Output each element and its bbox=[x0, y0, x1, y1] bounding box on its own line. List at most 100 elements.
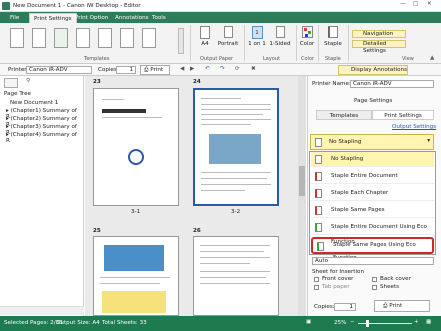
tab-print-settings[interactable]: Print Settings bbox=[372, 110, 434, 120]
page-view-icon[interactable]: ▦ bbox=[426, 319, 431, 325]
photo-image bbox=[209, 134, 261, 164]
template-icon-3[interactable] bbox=[54, 28, 68, 48]
collapse-ribbon-icon[interactable]: ▲ bbox=[430, 55, 434, 61]
auto-select[interactable]: Auto bbox=[312, 257, 434, 265]
table-image bbox=[102, 291, 166, 313]
dropdown-option-label: Staple Each Chapter bbox=[331, 190, 389, 196]
dropdown-option-staple-same-pages[interactable]: Staple Same Pages bbox=[311, 203, 434, 218]
staple-select[interactable]: No Stapling ▾ bbox=[310, 134, 434, 150]
sheets-checkbox[interactable] bbox=[372, 285, 377, 290]
tab-tools[interactable]: Tools bbox=[148, 13, 170, 23]
template-icon-6[interactable] bbox=[120, 28, 134, 48]
output-settings-link[interactable]: Output Settings bbox=[392, 124, 436, 130]
printer-icon: ⎙ bbox=[383, 303, 388, 309]
rotate-icon[interactable]: ⟳ bbox=[235, 66, 240, 72]
page-thumbnail[interactable] bbox=[93, 236, 179, 316]
page-thumbnail[interactable] bbox=[193, 88, 279, 206]
printer-name-label: Printer Name: bbox=[312, 81, 351, 87]
pages-per-sheet-button[interactable]: 1 1 on 1 bbox=[247, 26, 267, 54]
dropdown-option-no-stapling[interactable]: No Stapling bbox=[311, 152, 434, 167]
tab-file[interactable]: File bbox=[6, 13, 23, 23]
detailed-settings-toggle[interactable]: Detailed Settings bbox=[352, 40, 406, 54]
template-icon-7[interactable] bbox=[142, 28, 156, 48]
copies-input[interactable]: 1 bbox=[116, 66, 136, 74]
dropdown-option-label: Staple Entire Document bbox=[331, 173, 398, 179]
tree-root[interactable]: New Document 1 bbox=[10, 100, 58, 106]
page-caption: 3-2 bbox=[231, 209, 241, 215]
search-icon[interactable]: ⚲ bbox=[26, 78, 30, 84]
paper-size-label: A4 bbox=[201, 41, 209, 47]
undo-icon[interactable]: ↶ bbox=[205, 66, 210, 72]
delete-icon[interactable]: ✖ bbox=[251, 66, 256, 72]
tab-templates[interactable]: Templates bbox=[316, 110, 372, 120]
copies-label: Copies bbox=[98, 67, 117, 73]
print-button[interactable]: ⎙ Print bbox=[140, 65, 170, 75]
front-cover-checkbox[interactable] bbox=[314, 277, 319, 282]
doc-heading-bar bbox=[102, 109, 146, 113]
tab-paper-checkbox[interactable] bbox=[314, 285, 319, 290]
sided-label: 1-Sided bbox=[269, 41, 291, 47]
sided-icon bbox=[275, 26, 285, 38]
templates-scroll[interactable] bbox=[178, 28, 184, 54]
group-label-output-paper: Output Paper bbox=[200, 56, 234, 62]
color-button[interactable]: Color bbox=[299, 26, 315, 54]
template-icon-2[interactable] bbox=[32, 28, 46, 48]
zoom-level: 25% bbox=[334, 320, 347, 326]
left-pane-scrollbar[interactable] bbox=[0, 306, 84, 315]
page-thumbnail[interactable] bbox=[93, 88, 179, 206]
template-icon-1[interactable] bbox=[10, 28, 24, 48]
template-icon-5[interactable] bbox=[98, 28, 112, 48]
print-button-label: Print bbox=[150, 67, 164, 73]
staple-button[interactable]: Staple bbox=[322, 26, 344, 54]
printer-select[interactable]: Canon iR-ADV bbox=[26, 66, 92, 74]
ribbon-tabs: File Print Settings Print Option Annotat… bbox=[0, 12, 441, 23]
dropdown-option-label: Staple Same Pages bbox=[331, 207, 385, 213]
dropdown-option-staple-same-eco[interactable]: Staple Same Pages Using Eco Function bbox=[311, 237, 434, 261]
document-logo bbox=[128, 149, 144, 165]
page-tree-tab-icon[interactable] bbox=[4, 78, 18, 88]
group-label-color: Color bbox=[301, 56, 315, 62]
dropdown-option-staple-each-chapter[interactable]: Staple Each Chapter bbox=[311, 186, 434, 201]
page-number: 24 bbox=[193, 79, 201, 85]
display-annotations-toggle[interactable]: Display Annotations bbox=[338, 65, 408, 75]
navigation-toggle[interactable]: Navigation bbox=[352, 30, 406, 38]
print-button-label: Print bbox=[389, 303, 403, 309]
canvas-scrollbar[interactable] bbox=[298, 76, 306, 316]
dropdown-option-staple-entire-eco[interactable]: Staple Entire Document Using Eco Functio… bbox=[311, 220, 434, 245]
printer-icon: ⎙ bbox=[144, 67, 149, 73]
close-icon[interactable]: ✕ bbox=[427, 1, 432, 7]
color-icon bbox=[301, 26, 313, 38]
zoom-slider-thumb[interactable] bbox=[366, 320, 369, 327]
tab-print-settings[interactable]: Print Settings bbox=[29, 13, 77, 23]
next-page-icon[interactable]: ▶ bbox=[190, 66, 194, 72]
printer-name-select[interactable]: Canon iR-ADV bbox=[350, 80, 434, 88]
tree-item-label: (Chapter4) Summary of R bbox=[6, 132, 77, 144]
paper-size-button[interactable]: A4 bbox=[196, 26, 214, 54]
template-icon-4[interactable] bbox=[76, 28, 90, 48]
tab-annotations[interactable]: Annotations bbox=[111, 13, 153, 23]
redo-icon[interactable]: ↷ bbox=[220, 66, 225, 72]
selected-pages-status: Selected Pages: 2/33 bbox=[4, 320, 63, 326]
back-cover-checkbox[interactable] bbox=[372, 277, 377, 282]
staple-dropdown-list: No Stapling Staple Entire Document Stapl… bbox=[309, 151, 436, 261]
tree-item-chapter4[interactable]: ▸ (Chapter4) Summary of R bbox=[6, 132, 82, 144]
fit-view-icon[interactable]: ▣ bbox=[306, 319, 311, 325]
dropdown-option-staple-entire-document[interactable]: Staple Entire Document bbox=[311, 169, 434, 184]
dropdown-option-label: No Stapling bbox=[331, 156, 364, 162]
detailed-settings-label: Detailed Settings bbox=[363, 41, 387, 54]
print-toolbar: Printer Canon iR-ADV Copies 1 ⎙ Print ◀ … bbox=[0, 64, 441, 76]
pages-per-sheet-icon: 1 bbox=[251, 26, 263, 39]
tab-print-option[interactable]: Print Option bbox=[71, 13, 112, 23]
zoom-in-icon[interactable]: + bbox=[414, 319, 419, 325]
maximize-icon[interactable]: □ bbox=[413, 1, 418, 7]
minimize-icon[interactable]: — bbox=[400, 1, 406, 7]
print-button-large[interactable]: ⎙ Print bbox=[374, 300, 430, 312]
page-thumbnail[interactable] bbox=[193, 236, 279, 316]
ribbon-separator bbox=[348, 25, 349, 61]
sided-button[interactable]: 1-Sided bbox=[268, 26, 292, 54]
scroll-thumb[interactable] bbox=[299, 166, 305, 196]
zoom-out-icon[interactable]: − bbox=[350, 319, 355, 325]
orientation-button[interactable]: Portrait bbox=[214, 26, 242, 54]
copies-spinner[interactable]: 1 bbox=[334, 303, 356, 311]
prev-page-icon[interactable]: ◀ bbox=[180, 66, 184, 72]
